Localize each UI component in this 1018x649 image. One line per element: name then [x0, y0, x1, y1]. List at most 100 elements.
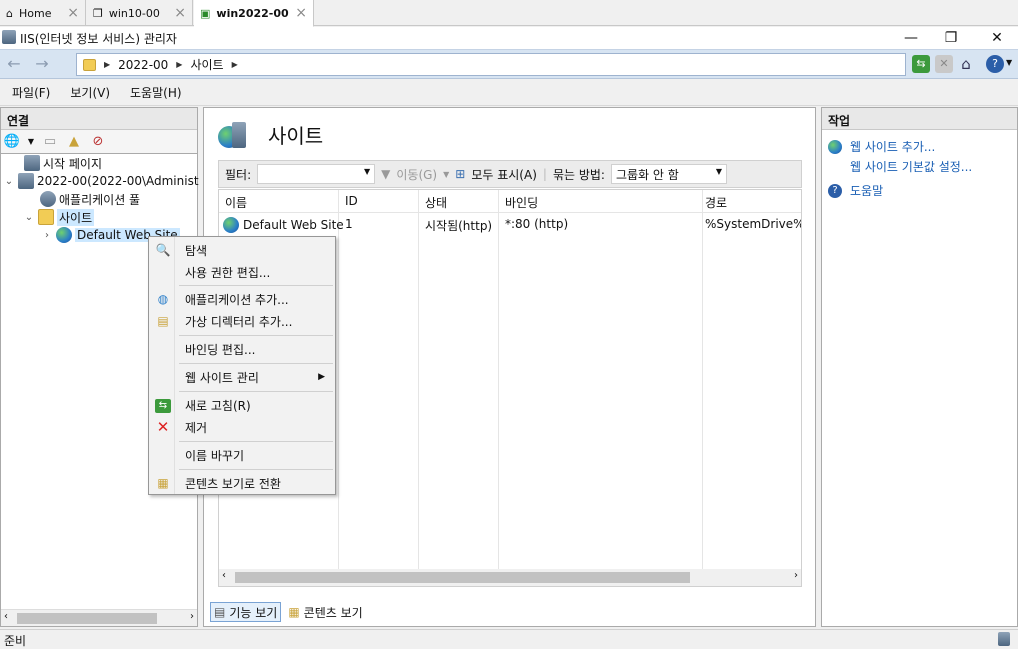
scroll-thumb[interactable] — [235, 572, 690, 583]
globe-icon — [56, 227, 72, 243]
show-all-button[interactable]: 모두 표시(A) — [471, 166, 537, 183]
content-view-icon: ▦ — [157, 476, 169, 490]
menu-file[interactable]: 파일(F) — [12, 84, 50, 101]
chevron-down-icon[interactable]: ▼ — [443, 170, 449, 179]
menu-separator — [179, 469, 333, 470]
tab-win2022[interactable]: ▣ win2022-00 × — [194, 0, 314, 27]
menu-item-remove[interactable]: ✕ 제거 — [151, 416, 333, 438]
horizontal-scrollbar[interactable]: ‹ › — [219, 569, 801, 586]
set-website-defaults-action[interactable]: 웹 사이트 기본값 설정... — [850, 158, 972, 175]
menu-item-manage-website[interactable]: 웹 사이트 관리 ▶ — [151, 366, 333, 388]
go-button[interactable]: 이동(G) — [396, 166, 437, 183]
explore-icon: 🔍 — [155, 243, 171, 257]
connections-toolbar: 🌐 ▼ ▭ ▲ ⊘ — [1, 130, 197, 154]
menu-help[interactable]: 도움말(H) — [130, 84, 182, 101]
header-path[interactable]: 경로 — [705, 194, 727, 211]
help-icon[interactable]: ? — [986, 55, 1004, 73]
vm-running-icon: ▣ — [200, 6, 211, 20]
tree-label: 2022-00(2022-00\Administ — [37, 174, 199, 188]
header-id[interactable]: ID — [345, 194, 358, 208]
menu-item-switch-to-content-view[interactable]: ▦ 콘텐츠 보기로 전환 — [151, 472, 333, 494]
menu-item-add-virtual-directory[interactable]: ▤ 가상 디렉터리 추가... — [151, 310, 333, 332]
action-label: 웹 사이트 기본값 설정... — [850, 160, 973, 174]
tab-label: win2022-00 — [216, 6, 289, 20]
save-icon[interactable]: ▭ — [41, 133, 59, 151]
header-binding[interactable]: 바인딩 — [505, 194, 538, 211]
action-label: 도움말 — [850, 184, 884, 198]
header-status[interactable]: 상태 — [425, 194, 447, 211]
tree-item-server[interactable]: ⌄ 2022-00(2022-00\Administ — [3, 172, 199, 190]
up-folder-icon[interactable]: ▲ — [65, 133, 83, 151]
stop-icon[interactable]: ✕ — [935, 55, 953, 73]
tab-win10[interactable]: ❐ win10-00 × — [87, 0, 193, 26]
scroll-left-icon[interactable]: ‹ — [4, 611, 8, 622]
tree-item-sites[interactable]: ⌄ 사이트 — [23, 208, 95, 226]
menu-item-edit-permissions[interactable]: 사용 권한 편집... — [151, 261, 333, 283]
tree-item-app-pools[interactable]: 애플리케이션 풀 — [25, 190, 140, 208]
chevron-down-icon[interactable]: ▼ — [364, 167, 370, 176]
breadcrumb-server[interactable]: 2022-00 — [118, 58, 168, 72]
close-icon[interactable]: × — [174, 5, 186, 21]
breadcrumb[interactable]: ▶ 2022-00 ▶ 사이트 ▶ — [76, 53, 906, 76]
chevron-right-icon[interactable]: › — [41, 230, 53, 241]
tree-label: 애플리케이션 풀 — [59, 192, 141, 207]
breadcrumb-separator-icon: ▶ — [104, 60, 111, 69]
breadcrumb-separator-icon: ▶ — [176, 60, 183, 69]
connect-icon[interactable]: 🌐 — [3, 133, 21, 151]
help-action[interactable]: ? 도움말 — [828, 182, 883, 199]
menu-item-refresh[interactable]: ⇆ 새로 고침(R) — [151, 394, 333, 416]
tree-item-start-page[interactable]: 시작 페이지 — [9, 154, 102, 172]
vm-icon: ❐ — [93, 6, 103, 20]
filter-input[interactable]: ▼ — [257, 164, 376, 184]
group-by-select[interactable]: 그룹화 안 함 ▼ — [610, 164, 727, 184]
menu-item-add-application[interactable]: ◍ 애플리케이션 추가... — [151, 288, 333, 310]
close-icon[interactable]: × — [295, 5, 307, 21]
server-icon — [18, 173, 34, 189]
sites-icon — [218, 120, 250, 152]
table-row[interactable]: Default Web Site — [223, 217, 344, 233]
horizontal-scrollbar[interactable]: ‹ › — [1, 609, 197, 626]
scroll-thumb[interactable] — [17, 613, 157, 624]
menu-item-edit-bindings[interactable]: 바인딩 편집... — [151, 338, 333, 360]
sort-ascending-icon: ^ — [277, 189, 285, 196]
content-view-button[interactable]: ▦ 콘텐츠 보기 — [285, 602, 365, 622]
virtual-directory-icon: ▤ — [157, 314, 169, 328]
scroll-right-icon[interactable]: › — [794, 570, 798, 581]
back-arrow-icon[interactable]: ← — [2, 55, 26, 75]
chevron-down-icon[interactable]: ▼ — [716, 167, 722, 176]
breadcrumb-sites[interactable]: 사이트 — [190, 56, 223, 73]
chevron-down-icon[interactable]: ⌄ — [3, 176, 15, 187]
app-pool-icon — [40, 191, 56, 207]
feature-view-icon: ▤ — [214, 605, 226, 619]
show-all-icon: ⊞ — [455, 167, 466, 181]
menu-bar: 파일(F) 보기(V) 도움말(H) — [0, 80, 1018, 106]
content-view-icon: ▦ — [288, 605, 300, 619]
minimize-icon[interactable]: — — [896, 28, 926, 48]
title-bar: IIS(인터넷 정보 서비스) 관리자 — ❐ ✕ — [0, 27, 1018, 49]
disconnect-icon[interactable]: ⊘ — [89, 133, 107, 151]
help-dropdown-icon[interactable]: ▼ — [1006, 58, 1012, 67]
iis-app-icon — [2, 30, 16, 44]
menu-item-explore[interactable]: 🔍 탐색 — [151, 239, 333, 261]
chevron-down-icon[interactable]: ▼ — [27, 133, 35, 151]
window-title: IIS(인터넷 정보 서비스) 관리자 — [20, 32, 177, 46]
filter-bar: 필터: ▼ ▼ 이동(G) ▼ ⊞ 모두 표시(A) | 묶는 방법: 그룹화 … — [218, 160, 802, 188]
header-name[interactable]: 이름 — [225, 194, 247, 211]
tab-home[interactable]: ⌂ Home × — [0, 0, 86, 26]
add-application-icon: ◍ — [157, 292, 169, 306]
refresh-icon[interactable]: ⇆ — [912, 55, 930, 73]
menu-view[interactable]: 보기(V) — [70, 84, 110, 101]
feature-view-button[interactable]: ▤ 기능 보기 — [210, 602, 282, 622]
column-id — [339, 190, 419, 570]
close-window-icon[interactable]: ✕ — [982, 28, 1012, 48]
menu-item-rename[interactable]: 이름 바꾸기 — [151, 444, 333, 466]
close-icon[interactable]: × — [67, 5, 79, 21]
network-status-icon — [998, 632, 1010, 646]
chevron-down-icon[interactable]: ⌄ — [23, 212, 35, 223]
restore-icon[interactable]: ❐ — [936, 28, 966, 48]
scroll-left-icon[interactable]: ‹ — [222, 570, 226, 581]
forward-arrow-icon[interactable]: → — [30, 55, 54, 75]
add-website-action[interactable]: 웹 사이트 추가... — [828, 138, 935, 155]
home-nav-icon[interactable]: ⌂ — [957, 55, 975, 73]
scroll-right-icon[interactable]: › — [190, 611, 194, 622]
